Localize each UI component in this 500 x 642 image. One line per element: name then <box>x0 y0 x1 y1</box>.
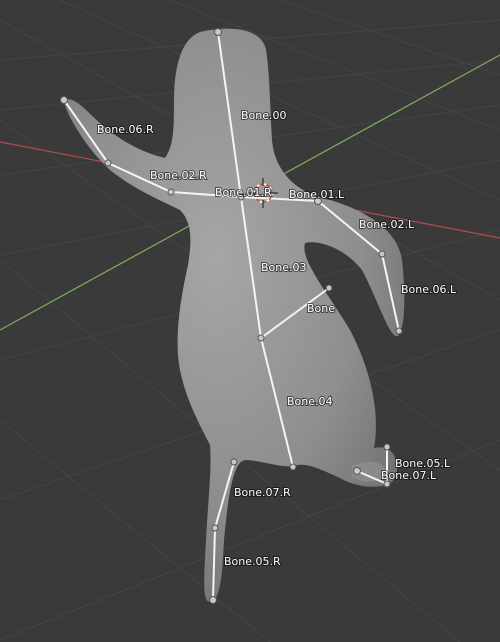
bone-label: Bone.03 <box>261 261 307 274</box>
bone-label: Bone.00 <box>241 109 287 122</box>
bone-label: Bone.01.R <box>215 186 272 199</box>
bone-label: Bone.04 <box>287 395 333 408</box>
3d-viewport[interactable]: Bone.00 Bone.06.R Bone.02.R Bone.01.R Bo… <box>0 0 500 642</box>
bone-label: Bone.02.L <box>359 218 415 231</box>
bone-label: Bone.01.L <box>289 188 345 201</box>
bone-label: Bone.02.R <box>150 169 207 182</box>
bone-label: Bone.07.R <box>234 486 291 499</box>
bone-label: Bone <box>307 302 335 315</box>
bone-label: Bone.07.L <box>381 469 437 482</box>
bone-label: Bone.06.L <box>401 283 457 296</box>
character-mesh[interactable] <box>64 28 405 603</box>
bone-label: Bone.06.R <box>97 123 154 136</box>
bone-label: Bone.05.R <box>224 555 281 568</box>
viewport-scene[interactable]: Bone.00 Bone.06.R Bone.02.R Bone.01.R Bo… <box>0 0 500 642</box>
